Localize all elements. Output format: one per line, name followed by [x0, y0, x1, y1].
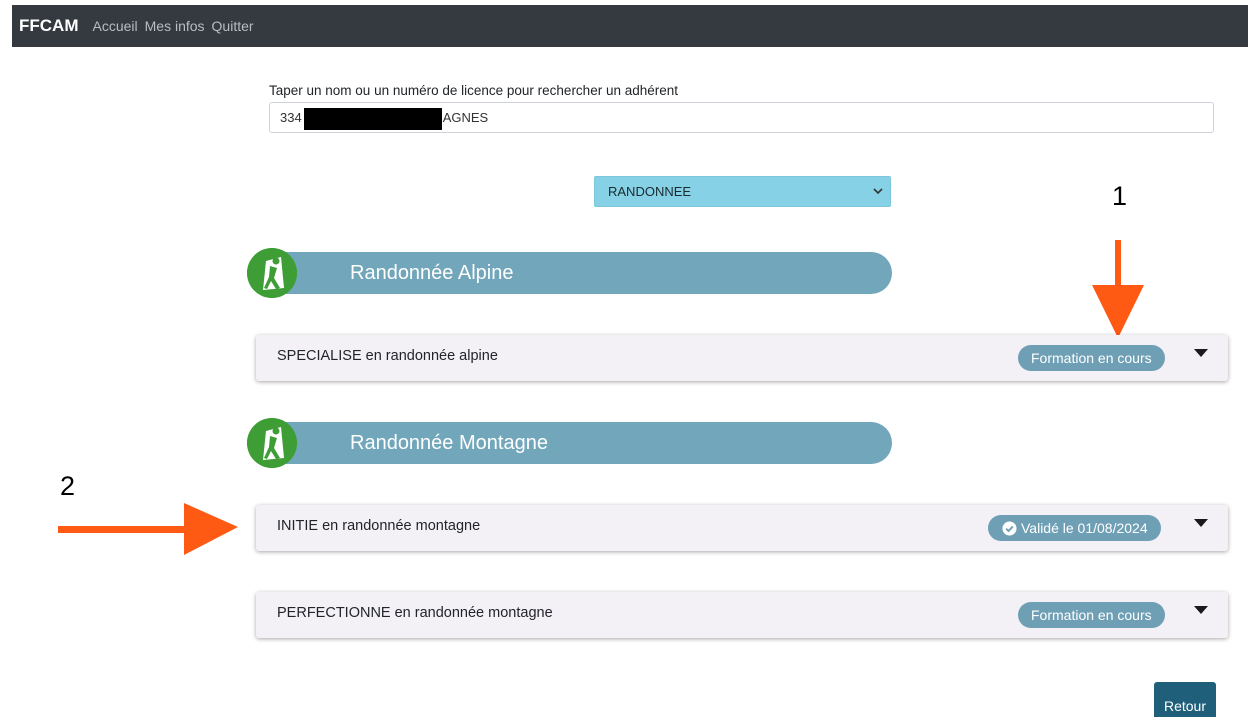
caret-down-icon[interactable]	[1194, 605, 1208, 615]
activity-select[interactable]: RANDONNEE	[594, 176, 891, 207]
formation-card-initie-montagne[interactable]: INITIE en randonnée montagne Validé le 0…	[256, 505, 1228, 551]
status-badge-text: Validé le 01/08/2024	[1021, 520, 1148, 536]
search-value-suffix: AGNES	[442, 110, 489, 125]
status-badge-text: Formation en cours	[1031, 607, 1152, 623]
section-header-randonnee-alpine: Randonnée Alpine	[247, 248, 892, 298]
annotation-number-2: 2	[60, 471, 76, 501]
navbar: FFCAM Accueil Mes infos Quitter	[12, 5, 1248, 47]
section-title: Randonnée Alpine	[350, 262, 514, 284]
search-value-prefix: 334	[280, 110, 302, 125]
section-title: Randonnée Montagne	[350, 432, 548, 454]
check-circle-icon	[1002, 520, 1017, 536]
activity-select-value: RANDONNEE	[608, 184, 692, 199]
brand-logo[interactable]: FFCAM	[19, 16, 78, 36]
formation-card-perfectionne-montagne[interactable]: PERFECTIONNE en randonnée montagne Forma…	[256, 592, 1228, 638]
hiker-icon	[247, 418, 297, 468]
nav-link-quitter[interactable]: Quitter	[212, 18, 254, 34]
chevron-down-icon	[873, 188, 883, 195]
arrow-right-icon	[58, 503, 238, 555]
search-field[interactable]: 334 AGNES	[269, 102, 1214, 133]
section-bar: Randonnée Alpine	[268, 252, 892, 294]
annotation-number-1: 1	[1112, 181, 1128, 211]
formation-title: INITIE en randonnée montagne	[277, 518, 481, 534]
search-label: Taper un nom ou un numéro de licence pou…	[269, 83, 679, 98]
redaction-block	[304, 108, 442, 130]
formation-card-specialise-alpine[interactable]: SPECIALISE en randonnée alpine Formation…	[256, 335, 1228, 381]
status-badge-text: Formation en cours	[1031, 350, 1152, 366]
nav-link-mes-infos[interactable]: Mes infos	[145, 18, 205, 34]
section-bar: Randonnée Montagne	[268, 422, 892, 464]
section-header-randonnee-montagne: Randonnée Montagne	[247, 418, 892, 468]
hiker-icon	[247, 248, 297, 298]
status-badge: Validé le 01/08/2024	[988, 515, 1161, 541]
status-badge: Formation en cours	[1018, 602, 1165, 628]
formation-title: PERFECTIONNE en randonnée montagne	[277, 605, 553, 621]
nav-link-accueil[interactable]: Accueil	[92, 18, 137, 34]
status-badge: Formation en cours	[1018, 345, 1165, 371]
formation-title: SPECIALISE en randonnée alpine	[277, 348, 498, 364]
retour-button[interactable]: Retour	[1154, 682, 1216, 717]
caret-down-icon[interactable]	[1194, 518, 1208, 528]
arrow-down-icon	[1092, 240, 1144, 338]
caret-down-icon[interactable]	[1194, 348, 1208, 358]
